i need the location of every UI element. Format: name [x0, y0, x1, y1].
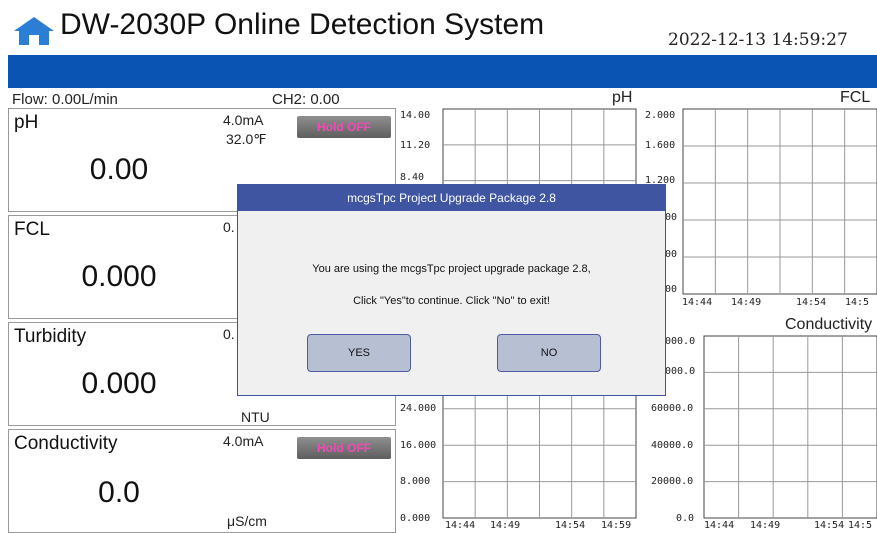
turbidity-x-tick: 14:59	[601, 520, 632, 531]
turbidity-x-tick: 14:54	[555, 520, 586, 531]
turbidity-y-tick: 24.000	[400, 403, 437, 414]
conductivity-y-tick: 60000.0	[651, 403, 694, 414]
dialog-message: You are using the mcgsTpc project upgrad…	[312, 263, 591, 275]
conductivity-chart-title: Conductivity	[785, 316, 873, 333]
ph-y-tick: 14.00	[400, 110, 431, 121]
turbidity-x-tick: 14:44	[445, 520, 476, 531]
fcl-y-tick: 00	[665, 212, 678, 223]
fcl-x-tick: 14:49	[731, 297, 762, 308]
turbidity-x-tick: 14:49	[490, 520, 521, 531]
fcl-y-tick: 00	[665, 249, 678, 260]
conductivity-y-tick: 000.0	[665, 366, 696, 377]
turbidity-y-tick: 0.000	[400, 513, 431, 524]
conductivity-y-tick: 40000.0	[651, 440, 694, 451]
fcl-chart-title: FCL	[840, 89, 871, 106]
dialog-title: mcgsTpc Project Upgrade Package 2.8	[238, 185, 665, 211]
conductivity-chart-frame	[703, 335, 877, 519]
ph-y-tick: 11.20	[400, 140, 431, 151]
yes-button[interactable]: YES	[307, 334, 411, 372]
fcl-y-tick: 1.600	[645, 140, 676, 151]
conductivity-y-tick: 000.0	[665, 336, 696, 347]
fcl-x-tick: 14:54	[796, 297, 827, 308]
conductivity-y-tick: 0.0	[676, 513, 695, 524]
upgrade-dialog: mcgsTpc Project Upgrade Package 2.8 You …	[237, 184, 666, 396]
conductivity-y-tick: 20000.0	[651, 476, 694, 487]
ph-y-tick: 8.40	[400, 172, 425, 183]
fcl-x-tick: 14:5	[845, 297, 870, 308]
conductivity-x-tick: 14:44	[704, 520, 735, 531]
fcl-y-tick: 2.000	[645, 110, 676, 121]
ph-chart-title: pH	[612, 89, 633, 106]
turbidity-y-tick: 8.000	[400, 476, 431, 487]
conductivity-x-tick: 14:5	[848, 520, 873, 531]
fcl-y-tick: 00	[665, 284, 678, 295]
no-button[interactable]: NO	[497, 334, 601, 372]
dialog-message: Click "Yes"to continue. Click "No" to ex…	[353, 295, 550, 307]
turbidity-y-tick: 16.000	[400, 440, 437, 451]
conductivity-x-tick: 14:54	[814, 520, 845, 531]
fcl-x-tick: 14:44	[682, 297, 713, 308]
conductivity-x-tick: 14:49	[750, 520, 781, 531]
